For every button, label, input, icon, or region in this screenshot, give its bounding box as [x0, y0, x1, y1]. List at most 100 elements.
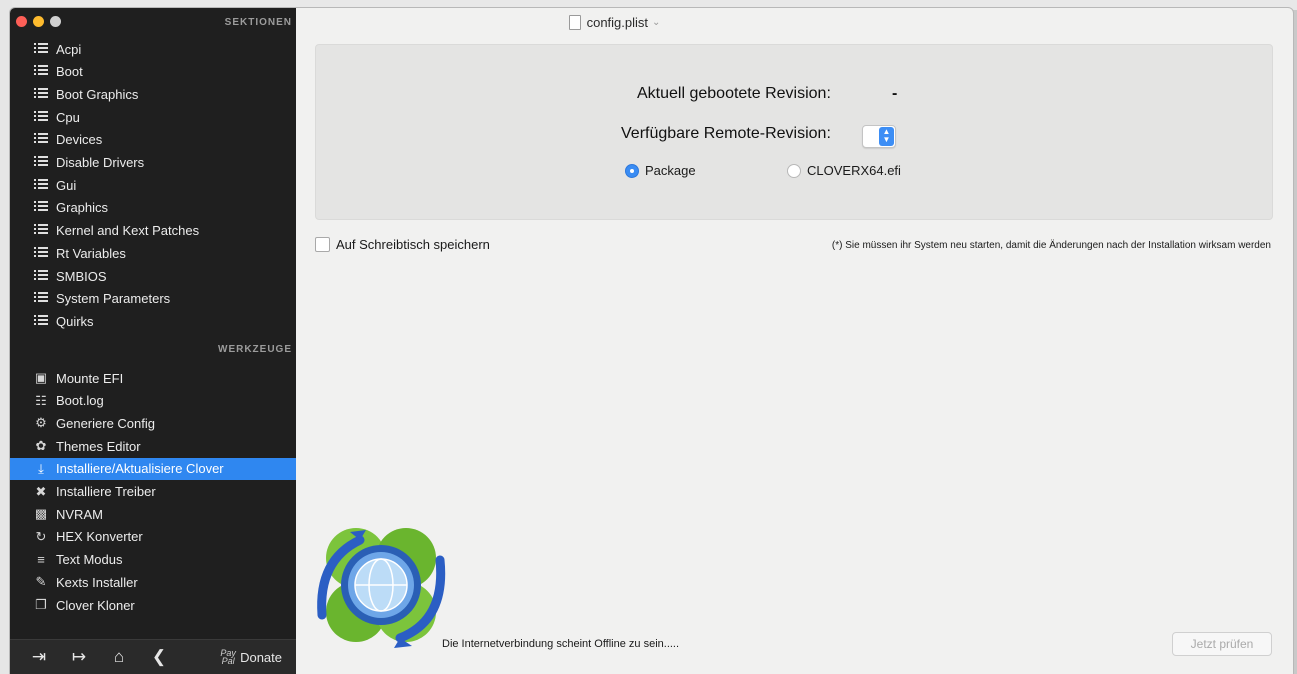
- home-icon[interactable]: ⌂: [108, 647, 130, 667]
- sidebar-item-system-parameters[interactable]: System Parameters: [10, 288, 296, 310]
- export-icon[interactable]: ↦: [68, 647, 90, 667]
- sidebar-tool-label: Boot.log: [56, 393, 104, 409]
- window-title: config.plist: [586, 14, 649, 30]
- sidebar-item-label: System Parameters: [56, 291, 171, 307]
- document-icon: [568, 14, 581, 30]
- sidebar-tool-label: HEX Konverter: [56, 529, 143, 545]
- sidebar-tool-hex-konverter[interactable]: ↻ HEX Konverter: [10, 526, 296, 548]
- status-text: Die Internetverbindung scheint Offline z…: [442, 638, 680, 650]
- save-desktop-checkbox[interactable]: Auf Schreibtisch speichern: [315, 237, 490, 252]
- app-window: SEKTIONEN Acpi Boot Boot Graphics Cpu Device…: [10, 8, 1293, 674]
- sidebar-tool-label: NVRAM: [56, 506, 103, 522]
- sidebar-item-label: Boot Graphics: [56, 86, 139, 102]
- list-icon: [33, 178, 49, 193]
- sidebar-item-smbios[interactable]: SMBIOS: [10, 265, 296, 287]
- titlebar: config.plist ⌄: [116, 8, 1113, 36]
- sidebar-tool-label: Clover Kloner: [56, 597, 135, 613]
- sidebar: SEKTIONEN Acpi Boot Boot Graphics Cpu Device…: [10, 8, 296, 674]
- sidebar-item-label: Boot: [56, 64, 83, 80]
- list-icon: [33, 64, 49, 79]
- radio-cloverx64-label: CLOVERX64.efi: [807, 163, 901, 178]
- minimize-button[interactable]: [33, 16, 44, 27]
- sidebar-item-boot-graphics[interactable]: Boot Graphics: [10, 83, 296, 105]
- sidebar-item-quirks[interactable]: Quirks: [10, 310, 296, 332]
- sidebar-tool-installiere-treiber[interactable]: ✖ Installiere Treiber: [10, 481, 296, 503]
- sidebar-item-boot[interactable]: Boot: [10, 61, 296, 83]
- sidebar-tool-label: Text Modus: [56, 552, 123, 568]
- list-icon: [33, 314, 49, 329]
- sidebar-tool-mounte-efi[interactable]: ▣ Mounte EFI: [10, 367, 296, 389]
- sidebar-tool-label: Mounte EFI: [56, 370, 124, 386]
- list-icon: [33, 132, 49, 147]
- window-controls: [16, 16, 61, 27]
- copy-icon: ❐: [35, 597, 47, 612]
- sidebar-item-cpu[interactable]: Cpu: [10, 106, 296, 128]
- remote-revision-label: Verfügbare Remote-Revision:: [621, 125, 831, 142]
- sidebar-item-label: Quirks: [56, 313, 94, 329]
- zoom-button[interactable]: [50, 16, 61, 27]
- sidebar-item-label: Devices: [56, 132, 103, 148]
- current-revision-label: Aktuell gebootete Revision:: [637, 85, 831, 102]
- sidebar-tool-generiere-config[interactable]: ⚙ Generiere Config: [10, 412, 296, 434]
- list-icon: [33, 87, 49, 102]
- tools-icon: ✖: [35, 483, 47, 499]
- sidebar-footer: ⇥ ↦ ⌂ ❮ Pay Pal Donate: [10, 639, 296, 674]
- radio-package[interactable]: Package: [625, 163, 696, 178]
- sidebar-item-label: Cpu: [56, 109, 80, 125]
- list-icon: [33, 155, 49, 170]
- share-icon[interactable]: ❮: [148, 647, 170, 667]
- list-icon: [33, 246, 49, 261]
- sidebar-item-label: Acpi: [56, 41, 82, 57]
- sidebar-tool-label: Kexts Installer: [56, 574, 138, 590]
- checkbox-icon: [315, 237, 330, 252]
- list-icon: [33, 110, 49, 125]
- paypal-icon: Pay Pal: [220, 648, 236, 666]
- list-icon: [33, 42, 49, 57]
- sidebar-item-rt-variables[interactable]: Rt Variables: [10, 242, 296, 264]
- sidebar-item-disable-drivers[interactable]: Disable Drivers: [10, 152, 296, 174]
- sidebar-tool-themes-editor[interactable]: ✿ Themes Editor: [10, 435, 296, 457]
- chevron-down-icon[interactable]: ⌄: [652, 17, 660, 28]
- sidebar-tool-kexts-installer[interactable]: ✎ Kexts Installer: [10, 571, 296, 593]
- sidebar-tool-nvram[interactable]: ▩ NVRAM: [10, 503, 296, 525]
- tools-header: WERKZEUGE: [218, 344, 292, 355]
- sidebar-item-graphics[interactable]: Graphics: [10, 197, 296, 219]
- sidebar-item-kernel-and-kext-patches[interactable]: Kernel and Kext Patches: [10, 220, 296, 242]
- sidebar-tool-installiere-aktualisiere-clover[interactable]: ⤓ Installiere/Aktualisiere Clover: [10, 457, 296, 480]
- clover-logo-icon: [317, 528, 446, 648]
- palette-icon: ✿: [35, 438, 47, 454]
- download-icon: ⤓: [38, 460, 44, 476]
- list-icon: [33, 223, 49, 238]
- sidebar-item-label: Disable Drivers: [56, 155, 145, 170]
- donate-label: Donate: [240, 649, 282, 665]
- list-icon: [33, 269, 49, 284]
- save-desktop-label: Auf Schreibtisch speichern: [336, 237, 490, 252]
- sidebar-item-label: Gui: [56, 177, 77, 193]
- sidebar-item-devices[interactable]: Devices: [10, 129, 296, 151]
- sidebar-tool-clover-kloner[interactable]: ❐ Clover Kloner: [10, 594, 296, 616]
- remote-revision-select[interactable]: ▲ ▼: [862, 125, 896, 148]
- close-button[interactable]: [16, 16, 27, 27]
- gears-icon: ⚙: [35, 415, 47, 431]
- radio-selected-icon: [625, 163, 639, 178]
- text-icon: ≡: [37, 552, 45, 568]
- check-now-button[interactable]: Jetzt prüfen: [1172, 632, 1272, 656]
- sidebar-item-gui[interactable]: Gui: [10, 174, 296, 196]
- sidebar-item-label: Graphics: [56, 200, 109, 216]
- log-icon: ☷: [35, 392, 47, 408]
- list-icon: [33, 200, 49, 215]
- list-icon: [33, 291, 49, 306]
- sidebar-tool-boot-log[interactable]: ☷ Boot.log: [10, 390, 296, 412]
- radio-cloverx64[interactable]: CLOVERX64.efi: [787, 163, 901, 178]
- import-icon[interactable]: ⇥: [28, 647, 50, 667]
- radio-unselected-icon: [787, 163, 801, 178]
- chip-icon: ▩: [34, 506, 48, 522]
- sidebar-item-acpi[interactable]: Acpi: [10, 38, 296, 60]
- sidebar-tool-text-modus[interactable]: ≡ Text Modus: [10, 549, 296, 571]
- sidebar-item-label: SMBIOS: [56, 268, 107, 284]
- disk-icon: ▣: [34, 370, 48, 385]
- sidebar-item-label: Kernel and Kext Patches: [56, 223, 200, 239]
- donate-button[interactable]: Pay Pal Donate: [220, 648, 282, 666]
- sidebar-tool-label: Installiere/Aktualisiere Clover: [56, 461, 224, 477]
- sidebar-item-label: Rt Variables: [56, 245, 126, 261]
